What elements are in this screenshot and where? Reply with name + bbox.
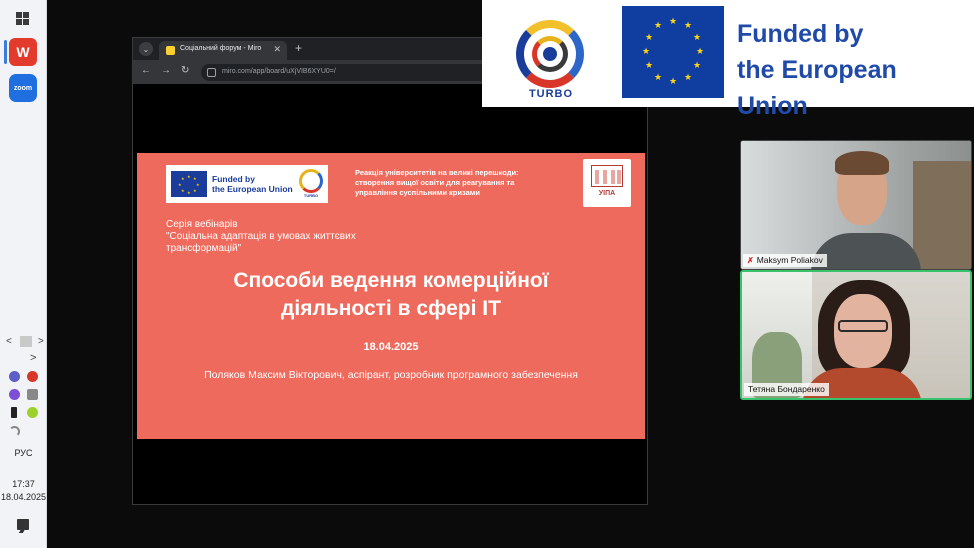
- tray-scroll-right-icon[interactable]: >: [38, 336, 44, 347]
- funded-line2: the European Union: [737, 56, 897, 120]
- series-line3: трансформацій": [166, 243, 242, 254]
- back-icon[interactable]: ←: [141, 65, 151, 76]
- slide-title: Способи ведення комерційної діяльності в…: [155, 267, 627, 323]
- tray-row-1: [9, 371, 41, 385]
- participant-hair: [835, 151, 889, 175]
- slide-funded-line1: Funded by: [212, 174, 255, 184]
- slide-title-line1: Способи ведення комерційної: [233, 269, 549, 292]
- slide-header-line1: Реакція університетів на великі перешкод…: [355, 168, 519, 177]
- eu-flag-icon: ★ ★ ★ ★ ★ ★ ★ ★ ★ ★ ★ ★: [622, 6, 724, 98]
- participant-name-tag: Тетяна Бондаренко: [744, 383, 829, 396]
- participant-video-tile-speaking[interactable]: Тетяна Бондаренко: [740, 270, 972, 400]
- miro-favicon-icon: [166, 46, 175, 55]
- slide-funded-line2: the European Union: [212, 184, 293, 194]
- tray-row-3: [9, 407, 41, 421]
- address-url: miro.com/app/board/uXjVIB6XYU0=/: [222, 68, 336, 75]
- clock-date: 18.04.2025: [0, 492, 47, 502]
- tray-scroller: < >: [4, 336, 44, 348]
- slide-turbo-label: TURBO: [303, 193, 319, 198]
- slide-eu-logo-box: ★ ★ ★ ★ ★ ★ ★ ★ Funded by the European U…: [166, 165, 328, 203]
- presentation-slide: ★ ★ ★ ★ ★ ★ ★ ★ Funded by the European U…: [137, 153, 645, 439]
- tab-search-icon[interactable]: ⌄: [139, 42, 153, 56]
- wps-office-icon[interactable]: W: [9, 38, 37, 66]
- usb-device-icon[interactable]: [11, 407, 17, 418]
- turbo-label: TURBO: [528, 88, 574, 100]
- slide-funded-text: Funded by the European Union: [212, 174, 293, 194]
- video-background: [742, 272, 970, 398]
- uipa-building-icon: [591, 165, 623, 187]
- browser-tab[interactable]: Соціальний форум - Miro ✕: [159, 41, 287, 60]
- tray-row-2: [9, 389, 41, 403]
- slide-project-header: Реакція університетів на великі перешкод…: [355, 168, 585, 198]
- wifi-icon[interactable]: [9, 426, 20, 437]
- participant-video-tile[interactable]: ✗ Maksym Poliakov: [740, 140, 972, 270]
- tab-title: Соціальний форум - Miro: [180, 45, 262, 52]
- windows-start-icon[interactable]: [10, 6, 36, 32]
- tray-scroll-left-icon[interactable]: <: [6, 336, 12, 347]
- active-app-indicator: [4, 40, 7, 64]
- volume-icon[interactable]: [27, 389, 38, 400]
- funded-line1: Funded by: [737, 20, 864, 48]
- slide-header-line2: створення вищої освіти для реагування та: [355, 178, 515, 187]
- slide-author: Поляков Максим Вікторович, аспірант, роз…: [204, 369, 578, 381]
- participant-name: Тетяна Бондаренко: [748, 384, 825, 394]
- funding-banner: TURBO ★ ★ ★ ★ ★ ★ ★ ★ ★ ★ ★ ★ Funded by …: [482, 0, 974, 120]
- tray-expand-icon[interactable]: >: [30, 352, 36, 364]
- funded-by-eu-text: Funded by the European Union: [737, 16, 974, 124]
- notifications-icon[interactable]: [17, 519, 29, 530]
- turbo-core-icon: [543, 47, 557, 61]
- participant-name-tag: ✗ Maksym Poliakov: [743, 254, 827, 267]
- tray-app-2-icon[interactable]: [27, 407, 38, 418]
- teams-icon[interactable]: [9, 371, 20, 382]
- turbo-logo: TURBO: [512, 18, 590, 100]
- slide-date: 18.04.2025: [363, 341, 419, 353]
- taskbar: W zoom < > > РУС 17:37 18.04.2025: [0, 0, 47, 548]
- slide-header-line3: управління суспільними кризами: [355, 188, 480, 197]
- new-tab-icon[interactable]: +: [295, 41, 302, 55]
- slide-turbo-logo: TURBO: [298, 168, 324, 200]
- desktop: W zoom < > > РУС 17:37 18.04.2025 ⌄ Соці…: [0, 0, 974, 548]
- slide-eu-flag-icon: ★ ★ ★ ★ ★ ★ ★ ★: [171, 171, 207, 197]
- participant-name: Maksym Poliakov: [756, 255, 823, 265]
- webinar-series: Серія вебінарів "Соціальна адаптація в у…: [166, 219, 466, 255]
- tray-app-icon[interactable]: [27, 371, 38, 382]
- clock-time: 17:37: [12, 479, 35, 489]
- series-line1: Серія вебінарів: [166, 219, 238, 230]
- tray-scroll-thumb[interactable]: [20, 336, 32, 347]
- mic-muted-icon: ✗: [747, 256, 754, 265]
- viber-icon[interactable]: [9, 389, 20, 400]
- forward-icon[interactable]: →: [161, 65, 171, 76]
- video-background: [741, 141, 971, 269]
- series-line2: "Соціальна адаптація в умовах життєвих: [166, 231, 356, 242]
- zoom-app-icon[interactable]: zoom: [9, 74, 37, 102]
- video-shelf: [913, 161, 971, 269]
- clock[interactable]: 17:37 18.04.2025: [0, 478, 47, 504]
- reload-icon[interactable]: ↻: [181, 65, 189, 76]
- slide-turbo-ring-icon: [299, 169, 323, 193]
- uipa-label: УІПА: [598, 190, 616, 197]
- input-language[interactable]: РУС: [0, 448, 47, 458]
- tray-row-4: [9, 426, 41, 440]
- shared-browser-window: ⌄ Соціальний форум - Miro ✕ + ← → ↻ miro…: [132, 37, 648, 505]
- participant-body: [811, 233, 921, 269]
- site-info-icon[interactable]: [207, 68, 216, 77]
- participant-glasses: [838, 320, 888, 332]
- tab-close-icon[interactable]: ✕: [273, 44, 281, 55]
- uipa-logo: УІПА: [583, 159, 631, 207]
- slide-title-line2: діяльності в сфері IT: [281, 297, 501, 320]
